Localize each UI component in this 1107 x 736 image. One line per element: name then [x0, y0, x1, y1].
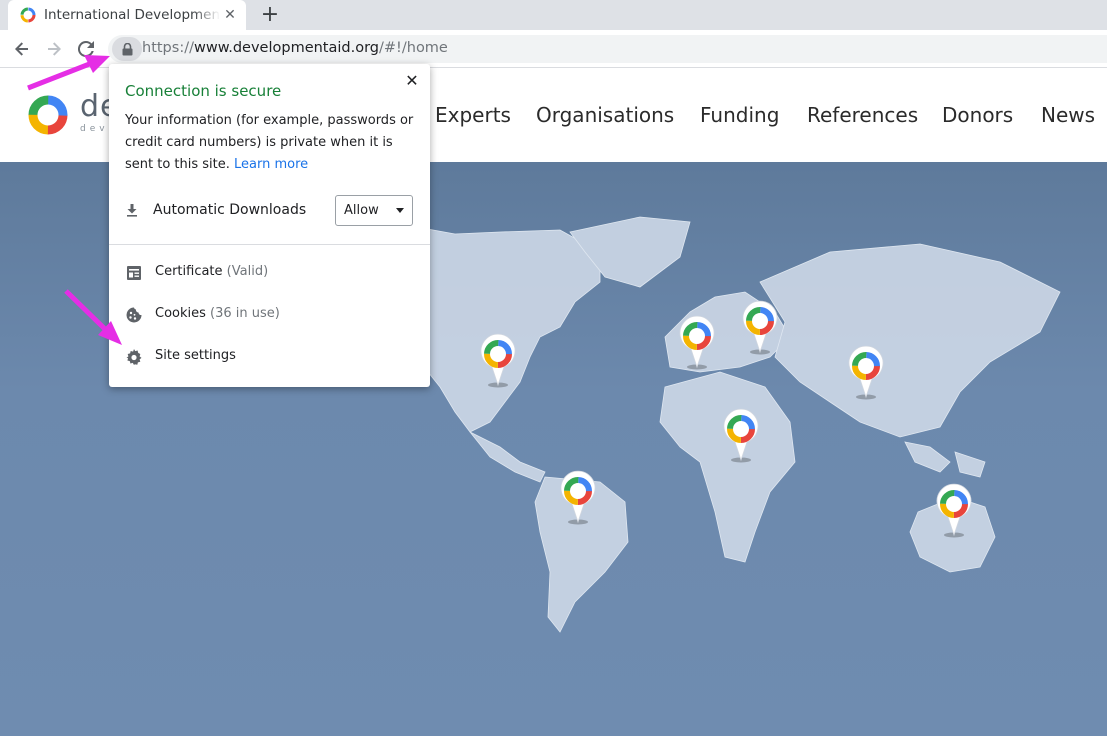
- certificate-label: Certificate: [155, 264, 223, 279]
- lock-icon[interactable]: [112, 37, 142, 61]
- select-value: Allow: [344, 203, 379, 218]
- site-settings-row[interactable]: Site settings: [125, 345, 415, 369]
- permission-row-automatic-downloads: Automatic Downloads Allow: [125, 195, 415, 227]
- learn-more-link[interactable]: Learn more: [234, 157, 308, 172]
- nav-references[interactable]: References: [807, 103, 918, 127]
- connection-description: Your information (for example, passwords…: [125, 113, 414, 172]
- site-favicon-icon: [20, 7, 36, 23]
- certificate-row[interactable]: Certificate (Valid): [125, 261, 415, 285]
- connection-status-title: Connection is secure: [125, 82, 282, 100]
- divider: [109, 244, 430, 245]
- tab-close-icon[interactable]: ✕: [220, 5, 240, 25]
- permission-label: Automatic Downloads: [153, 202, 307, 218]
- nav-organisations[interactable]: Organisations: [536, 103, 674, 127]
- back-icon[interactable]: [10, 37, 34, 61]
- nav-experts[interactable]: Experts: [435, 103, 511, 127]
- site-logo-icon[interactable]: [26, 93, 70, 137]
- certificate-status: (Valid): [226, 264, 269, 279]
- nav-donors[interactable]: Donors: [942, 103, 1013, 127]
- reload-icon[interactable]: [74, 37, 98, 61]
- certificate-icon: [127, 266, 141, 280]
- cookies-row[interactable]: Cookies (36 in use): [125, 303, 415, 327]
- address-bar[interactable]: https://www.developmentaid.org/#!/home: [108, 35, 1107, 63]
- download-icon: [127, 204, 137, 217]
- gear-icon: [126, 349, 142, 365]
- cookies-label: Cookies: [155, 306, 206, 321]
- page-info-popup: ✕ Connection is secure Your information …: [109, 64, 430, 387]
- cookies-status: (36 in use): [210, 306, 280, 321]
- tab-strip: International Development ✕ +: [0, 0, 1107, 30]
- automatic-downloads-select[interactable]: Allow: [335, 195, 413, 226]
- forward-icon[interactable]: [42, 37, 66, 61]
- close-icon[interactable]: ✕: [404, 71, 420, 90]
- browser-toolbar: https://www.developmentaid.org/#!/home: [0, 30, 1107, 68]
- cookie-icon: [126, 307, 142, 323]
- url-text: https://www.developmentaid.org/#!/home: [142, 40, 448, 56]
- new-tab-button[interactable]: +: [258, 4, 282, 26]
- chevron-down-icon: [396, 208, 404, 213]
- site-settings-label: Site settings: [155, 348, 236, 363]
- nav-funding[interactable]: Funding: [700, 103, 779, 127]
- nav-news[interactable]: News: [1041, 103, 1095, 127]
- tab-title: International Development: [44, 7, 220, 23]
- browser-tab[interactable]: International Development ✕: [8, 0, 246, 30]
